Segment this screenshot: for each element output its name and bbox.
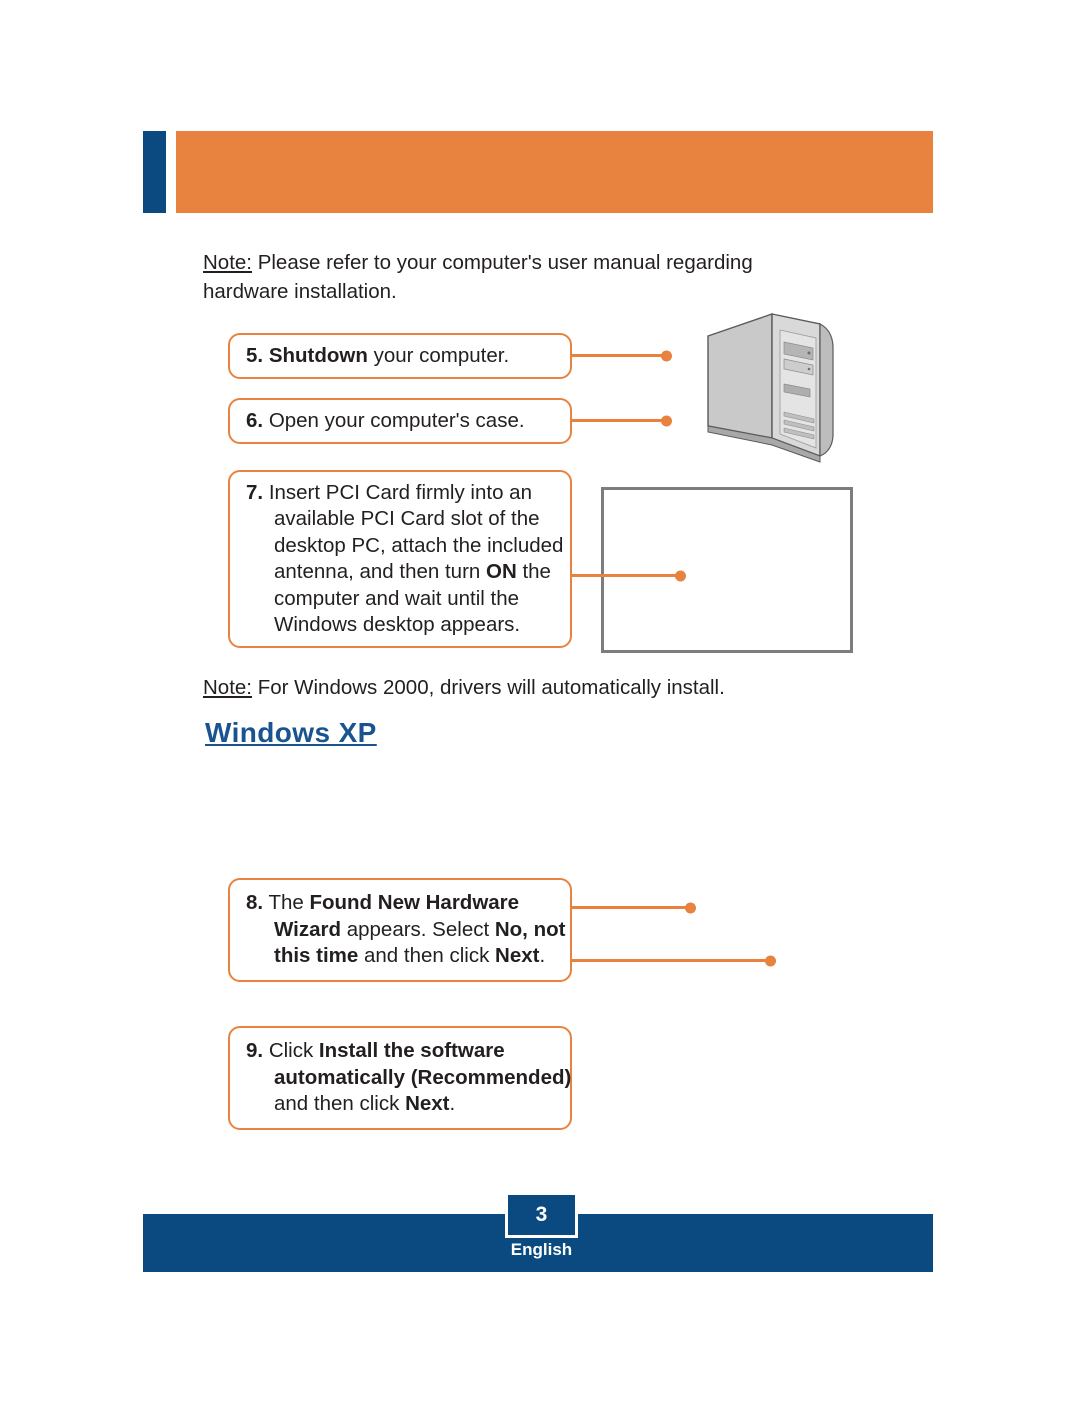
leader-line-step-5 — [570, 350, 672, 361]
header-orange-bar — [176, 131, 933, 213]
callout-line: Windows desktop appears. — [246, 612, 570, 639]
step-number: 9. — [246, 1039, 264, 1063]
callout-line: antenna, and then turn ON the — [246, 559, 570, 586]
step-emphasis: Shutdown — [268, 343, 368, 367]
leader-dot-icon — [661, 350, 672, 361]
step-text: and then click — [274, 1092, 406, 1116]
callout-step-8: 8. The Found New Hardware Wizard appears… — [228, 878, 572, 982]
callout-line: 6. Open your computer's case. — [246, 408, 570, 435]
step-text: and then click — [358, 944, 496, 968]
step-emphasis: Next — [405, 1092, 450, 1116]
step-emphasis: Wizard — [274, 917, 342, 941]
step-number: 7. — [246, 480, 264, 504]
callout-step-9: 9. Click Install the software automatica… — [228, 1026, 572, 1130]
screenshot-placeholder-frame — [601, 487, 853, 653]
step-text: . — [539, 944, 546, 968]
step-text: computer and wait until the — [274, 586, 519, 610]
callout-line: automatically (Recommended) — [246, 1065, 571, 1092]
callout-step-8-content: 8. The Found New Hardware Wizard appears… — [230, 890, 570, 970]
callout-line: 8. The Found New Hardware — [246, 890, 570, 917]
desktop-pc-tower-icon — [707, 313, 834, 463]
step-emphasis: No, not — [494, 917, 566, 941]
callout-line: desktop PC, attach the included — [246, 533, 570, 560]
callout-step-6: 6. Open your computer's case. — [228, 398, 572, 444]
callout-step-7: 7. Insert PCI Card firmly into an availa… — [228, 470, 572, 648]
step-text: desktop PC, attach the included — [274, 533, 564, 557]
note-text: For Windows 2000, drivers will automatic… — [252, 676, 725, 699]
step-emphasis: this time — [274, 944, 359, 968]
leader-line-step-8-lower — [570, 955, 776, 966]
leader-line-step-6 — [570, 415, 672, 426]
step-text: your computer. — [367, 343, 510, 367]
step-text: Windows desktop appears. — [274, 613, 521, 636]
leader-dot-icon — [661, 415, 672, 426]
page-header — [143, 131, 933, 213]
footer-language-label: English — [510, 1240, 573, 1259]
note-hardware-installation: Note: Please refer to your computer's us… — [203, 248, 843, 306]
step-text: appears. Select — [341, 917, 495, 941]
step-emphasis: Install the software — [318, 1039, 505, 1063]
note-label: Note: — [203, 251, 252, 274]
step-emphasis: automatically (Recommended) — [274, 1065, 572, 1089]
section-heading-windows-xp: Windows XP — [205, 717, 377, 748]
step-emphasis: ON — [486, 560, 517, 583]
leader-line-step-7 — [570, 570, 686, 581]
leader-dot-icon — [765, 955, 776, 966]
callout-step-5: 5. Shutdown your computer. — [228, 333, 572, 379]
callout-step-7-content: 7. Insert PCI Card firmly into an availa… — [230, 480, 570, 639]
step-emphasis: Next — [495, 944, 540, 968]
callout-step-6-content: 6. Open your computer's case. — [230, 408, 570, 435]
leader-dot-icon — [675, 570, 686, 581]
step-text: antenna, and then turn — [274, 560, 487, 583]
note-text: Please refer to your computer's user man… — [203, 251, 753, 303]
step-emphasis: Found New Hardware — [309, 891, 520, 915]
header-blue-tab — [143, 131, 166, 213]
leader-dot-icon — [685, 902, 696, 913]
step-text: Insert PCI Card firmly into an — [268, 480, 532, 504]
step-text: the — [516, 560, 551, 583]
leader-line-step-8-upper — [570, 902, 696, 913]
callout-step-9-content: 9. Click Install the software automatica… — [230, 1038, 571, 1118]
step-number: 5. — [246, 343, 264, 367]
note-label: Note: — [203, 676, 252, 699]
step-text: . — [449, 1092, 456, 1116]
page-number-badge: 3 — [505, 1192, 578, 1238]
callout-step-5-content: 5. Shutdown your computer. — [230, 343, 570, 370]
callout-line: 9. Click Install the software — [246, 1038, 571, 1065]
callout-line: 7. Insert PCI Card firmly into an — [246, 480, 570, 507]
callout-line: computer and wait until the — [246, 586, 570, 613]
step-text: The — [268, 891, 310, 915]
callout-line: this time and then click Next. — [246, 943, 570, 970]
step-number: 8. — [246, 891, 264, 915]
callout-line: and then click Next. — [246, 1091, 571, 1118]
step-number: 6. — [246, 408, 264, 432]
step-text: available PCI Card slot of the — [274, 507, 540, 530]
note-windows-2000: Note: For Windows 2000, drivers will aut… — [203, 673, 883, 702]
callout-line: Wizard appears. Select No, not — [246, 917, 570, 944]
step-text: Click — [268, 1039, 319, 1063]
callout-line: 5. Shutdown your computer. — [246, 343, 570, 370]
callout-line: available PCI Card slot of the — [246, 506, 570, 533]
step-text: Open your computer's case. — [268, 408, 525, 432]
